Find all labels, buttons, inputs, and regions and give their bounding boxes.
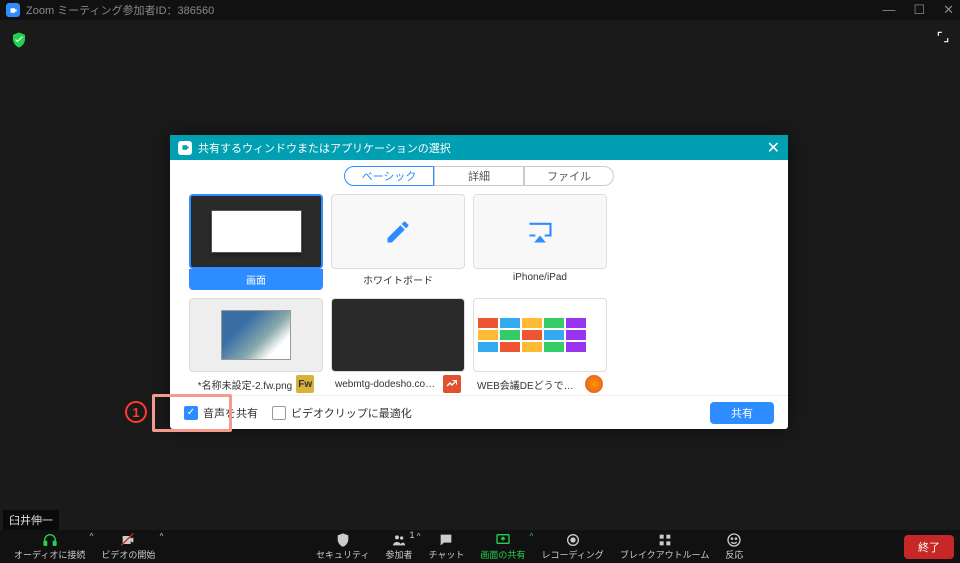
share-item-app-ranktracker[interactable]: webmtg-dodesho.com - Rank Tra… [330, 298, 466, 395]
video-off-icon [120, 532, 136, 548]
checkbox-icon [184, 406, 198, 420]
share-item-whiteboard[interactable]: ホワイトボード [330, 194, 466, 292]
audio-button[interactable]: オーディオに接続 ^ [6, 530, 93, 563]
airplay-icon [526, 218, 554, 246]
window-close-button[interactable]: ✕ [943, 2, 954, 18]
end-meeting-button[interactable]: 終了 [904, 535, 954, 559]
window-minimize-button[interactable]: — [882, 2, 895, 18]
dialog-footer: 音声を共有 ビデオクリップに最適化 共有 [170, 395, 788, 429]
fullscreen-icon[interactable] [936, 30, 950, 47]
share-item-iphone-ipad[interactable]: iPhone/iPad [472, 194, 608, 292]
dialog-title: 共有するウィンドウまたはアプリケーションの選択 [198, 140, 451, 156]
share-item-label: iPhone/iPad [513, 272, 567, 283]
window-maximize-button[interactable]: ☐ [913, 2, 925, 18]
share-item-label: *名称未設定-2.fw.png [198, 377, 292, 392]
optimize-video-label: ビデオクリップに最適化 [291, 405, 412, 421]
share-item-label: 画面 [246, 272, 266, 287]
share-item-label: webmtg-dodesho.com - Rank Tra… [335, 379, 439, 390]
dialog-header: 共有するウィンドウまたはアプリケーションの選択 ✕ [170, 135, 788, 160]
share-screen-icon [495, 532, 511, 548]
share-item-label: ホワイトボード [363, 272, 433, 287]
ranktracker-icon [443, 375, 461, 393]
participants-button[interactable]: 参加者 1 ^ [377, 530, 420, 563]
security-button[interactable]: セキュリティ [308, 530, 377, 563]
video-button[interactable]: ビデオの開始 ^ [93, 530, 163, 563]
record-icon [565, 532, 581, 548]
firefox-icon [585, 375, 603, 393]
shield-icon [335, 532, 351, 548]
share-options-grid: 画面 ホワイトボード iPhone/iPad *名称未設定-2.fw.png F… [170, 192, 788, 395]
share-audio-checkbox[interactable]: 音声を共有 [184, 405, 258, 421]
share-item-app-fireworks[interactable]: *名称未設定-2.fw.png Fw [188, 298, 324, 395]
share-item-label: WEB会議DEどうでしょう | この一言… [477, 377, 581, 392]
participant-name-badge: 臼井伸一 [3, 510, 59, 530]
zoom-app-icon [6, 3, 20, 17]
share-item-app-firefox[interactable]: WEB会議DEどうでしょう | この一言… [472, 298, 608, 395]
annotation-number-1: 1 [125, 401, 147, 423]
chat-icon [438, 532, 454, 548]
chevron-up-icon[interactable]: ^ [160, 532, 164, 541]
participants-icon [391, 532, 407, 548]
reactions-button[interactable]: 反応 [717, 530, 751, 563]
fireworks-icon: Fw [296, 375, 314, 393]
zoom-dialog-icon [178, 141, 192, 155]
checkbox-icon [272, 406, 286, 420]
meeting-toolbar: オーディオに接続 ^ ビデオの開始 ^ セキュリティ 参加者 1 ^ チャット … [0, 530, 960, 563]
pencil-icon [384, 218, 412, 246]
record-button[interactable]: レコーディング [533, 530, 611, 563]
dialog-close-button[interactable]: ✕ [767, 138, 780, 158]
tab-basic[interactable]: ベーシック [344, 166, 434, 186]
tab-file[interactable]: ファイル [524, 166, 614, 186]
title-bar: Zoom ミーティング参加者ID：386560 — ☐ ✕ [0, 0, 960, 20]
encryption-shield-icon[interactable] [10, 30, 28, 50]
headphones-icon [42, 532, 58, 548]
grid-icon [657, 532, 673, 548]
tab-advanced[interactable]: 詳細 [434, 166, 524, 186]
breakout-rooms-button[interactable]: ブレイクアウトルーム [612, 530, 718, 563]
share-screen-dialog: 共有するウィンドウまたはアプリケーションの選択 ✕ ベーシック 詳細 ファイル … [170, 135, 788, 429]
share-screen-button[interactable]: 画面の共有 ^ [472, 530, 533, 563]
share-button[interactable]: 共有 [710, 402, 774, 424]
smile-icon [726, 532, 742, 548]
participants-count: 1 [409, 530, 414, 540]
window-title: Zoom ミーティング参加者ID：386560 [26, 2, 214, 18]
chat-button[interactable]: チャット [421, 530, 473, 563]
share-item-screen[interactable]: 画面 [188, 194, 324, 292]
dialog-tabs: ベーシック 詳細 ファイル [170, 160, 788, 192]
share-audio-label: 音声を共有 [203, 405, 258, 421]
optimize-video-checkbox[interactable]: ビデオクリップに最適化 [272, 405, 412, 421]
